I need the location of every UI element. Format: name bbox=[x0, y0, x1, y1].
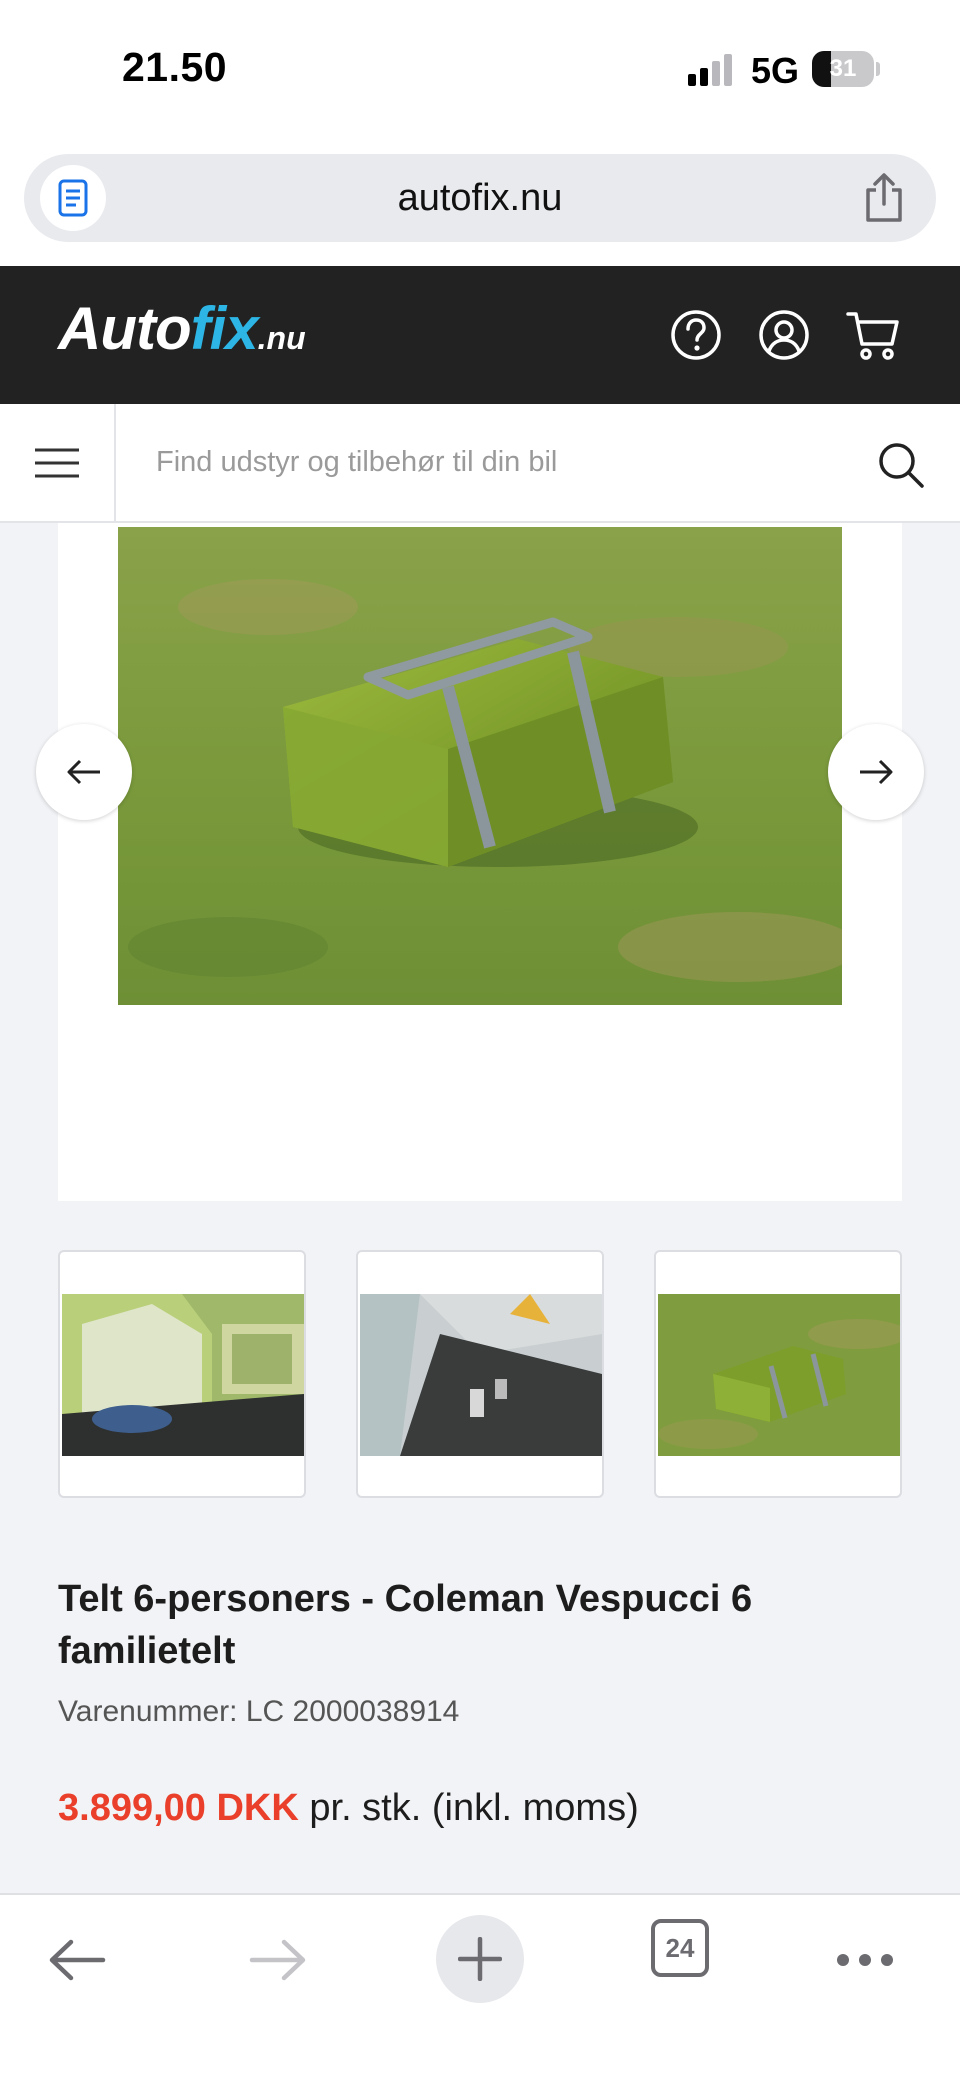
autofix-logo[interactable]: Autofix.nu bbox=[58, 294, 306, 374]
new-tab-button[interactable] bbox=[436, 1915, 524, 2003]
back-button[interactable] bbox=[32, 1915, 122, 2005]
status-bar: 21.50 5G 31 bbox=[0, 0, 960, 140]
arrow-right-icon bbox=[249, 1939, 306, 1981]
site-header: Autofix.nu bbox=[0, 266, 960, 404]
arrow-left-icon bbox=[49, 1939, 106, 1981]
address-bar[interactable]: autofix.nu bbox=[24, 154, 936, 242]
thumbnail-tent-interior[interactable] bbox=[58, 1250, 306, 1498]
search-icon bbox=[879, 443, 924, 488]
menu-button[interactable] bbox=[0, 404, 116, 521]
share-icon bbox=[866, 173, 902, 222]
plus-icon bbox=[458, 1937, 502, 1981]
document-icon bbox=[58, 179, 88, 217]
help-icon bbox=[671, 310, 721, 360]
price-suffix: pr. stk. (inkl. moms) bbox=[309, 1787, 639, 1829]
url-text[interactable]: autofix.nu bbox=[24, 154, 936, 242]
logo-main: Auto bbox=[58, 295, 192, 362]
thumbnail-tent-floor[interactable] bbox=[356, 1250, 604, 1498]
network-label: 5G bbox=[751, 50, 800, 91]
help-button[interactable] bbox=[669, 308, 723, 362]
tabs-button[interactable]: 24 bbox=[651, 1919, 709, 1977]
product-page: Telt 6-personers - Coleman Vespucci 6 fa… bbox=[0, 523, 960, 1893]
search-row bbox=[0, 404, 960, 523]
browser-toolbar: 24 bbox=[0, 1893, 960, 2081]
battery-level: 31 bbox=[829, 55, 857, 82]
arrow-right-icon bbox=[860, 759, 893, 785]
battery-nub bbox=[876, 62, 880, 76]
price-row: 3.899,00 DKK pr. stk. (inkl. moms) bbox=[58, 1787, 639, 1830]
thumbnail-image bbox=[658, 1294, 900, 1456]
search-input[interactable] bbox=[156, 404, 836, 521]
product-main-image[interactable] bbox=[118, 527, 842, 1005]
product-title: Telt 6-personers - Coleman Vespucci 6 fa… bbox=[58, 1578, 753, 1672]
product-sku: Varenummer: LC 2000038914 bbox=[58, 1695, 460, 1728]
search-button[interactable] bbox=[876, 440, 926, 490]
share-button[interactable] bbox=[860, 172, 908, 224]
gallery-next-button[interactable] bbox=[828, 724, 924, 820]
signal-icon bbox=[688, 52, 736, 86]
reader-mode-button[interactable] bbox=[40, 165, 106, 231]
cart-button[interactable] bbox=[845, 308, 901, 362]
gallery-prev-button[interactable] bbox=[36, 724, 132, 820]
product-gallery bbox=[58, 523, 902, 1201]
battery-icon: 31 bbox=[812, 51, 874, 87]
logo-accent: fix bbox=[190, 295, 259, 362]
product-price: 3.899,00 DKK bbox=[58, 1787, 299, 1829]
more-icon bbox=[837, 1954, 893, 1966]
logo-suffix: .nu bbox=[257, 320, 306, 356]
hamburger-menu-icon bbox=[35, 448, 79, 477]
account-button[interactable] bbox=[757, 308, 811, 362]
thumbnail-image bbox=[62, 1294, 304, 1456]
account-icon bbox=[759, 310, 809, 360]
thumbnail-strip bbox=[58, 1250, 904, 1500]
cart-icon bbox=[846, 312, 899, 360]
status-time: 21.50 bbox=[122, 44, 228, 90]
thumbnail-image bbox=[360, 1294, 602, 1456]
more-options-button[interactable] bbox=[820, 1915, 910, 2005]
forward-button[interactable] bbox=[233, 1915, 323, 2005]
arrow-left-icon bbox=[67, 759, 100, 785]
thumbnail-tent-bag[interactable] bbox=[654, 1250, 902, 1498]
